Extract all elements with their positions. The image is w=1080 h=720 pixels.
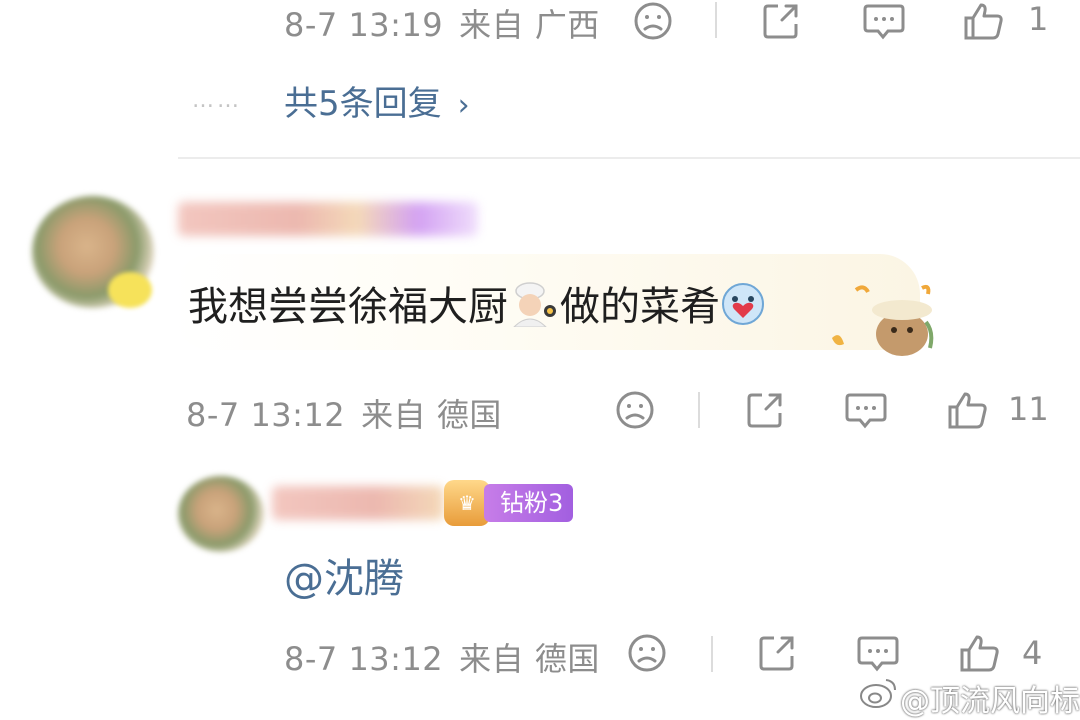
reply-location: 德国 bbox=[534, 640, 600, 678]
fan-level-badge: 钻粉3 bbox=[484, 484, 574, 522]
chef-emoji-icon bbox=[508, 281, 560, 337]
like-count: 11 bbox=[1008, 390, 1049, 428]
comment-icon[interactable] bbox=[844, 389, 888, 431]
username-blurred[interactable] bbox=[178, 202, 478, 236]
weibo-logo-icon bbox=[858, 676, 898, 714]
divider bbox=[715, 2, 717, 38]
username-blurred[interactable] bbox=[272, 486, 444, 520]
comment-text-part2: 做的菜肴 bbox=[560, 284, 720, 330]
share-icon[interactable] bbox=[744, 389, 786, 431]
watermark-text: @顶流风向标 bbox=[900, 684, 1080, 719]
teddy-bear-sticker-icon bbox=[826, 282, 936, 364]
sad-face-icon[interactable] bbox=[626, 632, 668, 674]
sad-face-icon[interactable] bbox=[632, 0, 674, 42]
thumbs-up-icon[interactable] bbox=[946, 389, 990, 431]
avatar[interactable] bbox=[178, 476, 264, 552]
dots-separator: …… bbox=[192, 88, 242, 113]
reply-mention-link[interactable]: @沈腾 bbox=[284, 546, 404, 604]
top-reply-location: 广西 bbox=[534, 6, 600, 44]
comment-date: 8-7 13:12 bbox=[186, 396, 346, 434]
blue-heart-emoji-icon bbox=[720, 281, 766, 337]
reply-date: 8-7 13:12 bbox=[284, 640, 444, 678]
section-divider bbox=[178, 157, 1080, 159]
top-reply-date: 8-7 13:19 bbox=[284, 6, 444, 44]
thumbs-up-icon[interactable] bbox=[962, 0, 1006, 42]
reply-from-label: 来自 bbox=[459, 640, 525, 678]
comment-icon[interactable] bbox=[862, 0, 906, 42]
divider bbox=[711, 636, 713, 672]
top-reply-meta: 8-7 13:19 来自 广西 bbox=[284, 0, 600, 46]
more-replies-label: 共5条回复 bbox=[284, 84, 442, 124]
comment-text: 我想尝尝徐福大厨 做的菜肴 bbox=[188, 274, 766, 337]
reply-meta: 8-7 13:12 来自 德国 bbox=[284, 634, 600, 680]
like-count: 1 bbox=[1028, 0, 1049, 38]
comment-meta: 8-7 13:12 来自 德国 bbox=[186, 390, 502, 436]
comment-text-part1: 我想尝尝徐福大厨 bbox=[188, 284, 508, 330]
like-count: 4 bbox=[1022, 634, 1043, 672]
thumbs-up-icon[interactable] bbox=[958, 632, 1002, 674]
comment-location: 德国 bbox=[436, 396, 502, 434]
divider bbox=[698, 392, 700, 428]
comment-from-label: 来自 bbox=[361, 396, 427, 434]
chevron-right-icon: › bbox=[457, 88, 470, 123]
avatar-badge bbox=[108, 272, 152, 308]
comment-icon[interactable] bbox=[856, 632, 900, 674]
top-reply-from-label: 来自 bbox=[459, 6, 525, 44]
share-icon[interactable] bbox=[756, 632, 798, 674]
share-icon[interactable] bbox=[760, 0, 802, 42]
more-replies-link[interactable]: 共5条回复 › bbox=[284, 76, 470, 125]
sad-face-icon[interactable] bbox=[614, 389, 656, 431]
